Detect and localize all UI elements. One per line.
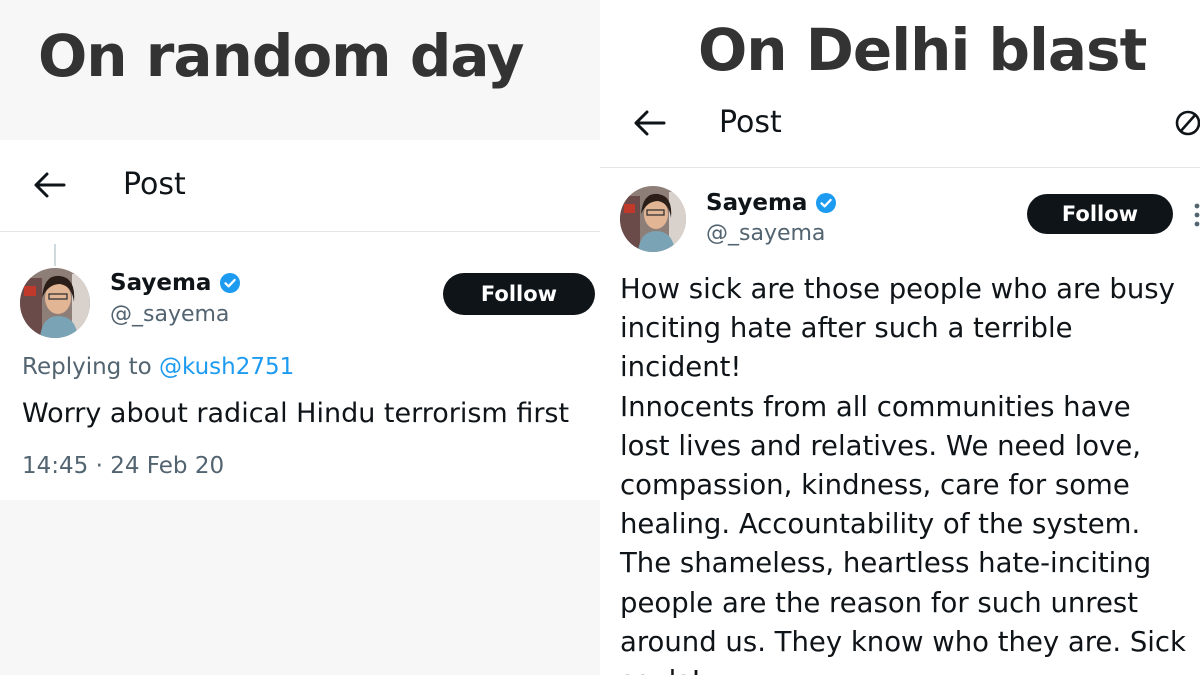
left-post-card: Post Sayema @_sayema Follow Replying to …: [0, 140, 600, 500]
post-text-line: Innocents from all communities have: [620, 390, 1131, 423]
right-post-card: Post Sayema @_sayema Follow How sick are…: [600, 92, 1200, 675]
post-text-line: The shameless, heartless hate-inciting: [620, 547, 1152, 580]
post-text: Worry about radical Hindu terrorism firs…: [22, 398, 570, 429]
arrow-left-icon[interactable]: [32, 170, 66, 200]
post-text-line: souls!: [620, 662, 1195, 675]
verified-badge-icon: [219, 272, 241, 294]
author-name-row: Sayema: [706, 190, 837, 216]
right-post-topbar: Post: [600, 92, 1200, 168]
more-options-icon[interactable]: [1193, 202, 1200, 228]
post-timestamp[interactable]: 14:45 · 24 Feb 20: [22, 453, 224, 479]
post-text-line: lost lives and relatives. We need love,: [620, 429, 1141, 462]
author-handle[interactable]: @_sayema: [110, 302, 229, 327]
left-post-topbar: Post: [0, 140, 600, 232]
avatar[interactable]: [620, 186, 686, 252]
post-text-line: around us. They know who they are. Sick: [620, 625, 1186, 658]
post-text-line: healing. Accountability of the system.: [620, 508, 1141, 541]
author-name-row: Sayema: [110, 270, 241, 296]
thread-connector-line: [54, 244, 56, 266]
replying-to-line: Replying to @kush2751: [22, 354, 294, 380]
follow-button[interactable]: Follow: [1027, 194, 1173, 234]
post-text-line: people are the reason for such unrest: [620, 586, 1139, 619]
replying-to-label: Replying to: [22, 354, 159, 380]
follow-button[interactable]: Follow: [443, 273, 595, 315]
right-caption: On Delhi blast: [698, 16, 1147, 84]
post-text-line: inciting hate after such a terrible inci…: [620, 312, 1073, 384]
verified-badge-icon: [815, 192, 837, 214]
post-text-line: compassion, kindness, care for some: [620, 469, 1130, 502]
post-text-line: How sick are those people who are busy: [620, 273, 1175, 305]
author-name[interactable]: Sayema: [110, 270, 211, 296]
right-screenshot-panel: On Delhi blast Post Sayema @_sayema Foll…: [600, 0, 1200, 675]
avatar[interactable]: [20, 268, 90, 338]
left-caption: On random day: [38, 22, 524, 90]
reply-options-icon[interactable]: [1172, 108, 1200, 138]
left-screenshot-panel: On random day Post Sayema @_sayema Follo…: [0, 0, 600, 675]
arrow-left-icon[interactable]: [632, 108, 666, 138]
author-name[interactable]: Sayema: [706, 190, 807, 216]
author-handle[interactable]: @_sayema: [706, 221, 825, 246]
page-title: Post: [719, 105, 782, 140]
post-text: How sick are those people who are busy i…: [620, 270, 1195, 675]
page-title: Post: [123, 167, 186, 202]
reply-mention-link[interactable]: @kush2751: [159, 354, 294, 380]
